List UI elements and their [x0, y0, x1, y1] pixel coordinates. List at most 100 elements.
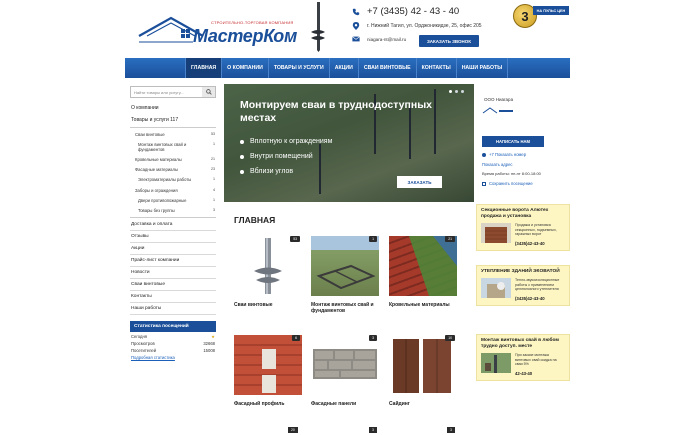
facade-profile-icon: [234, 335, 302, 395]
sidebar-menu-item[interactable]: Контакты: [130, 291, 216, 303]
screw-pile-icon: [254, 238, 282, 294]
slider-dot[interactable]: [449, 90, 452, 93]
category-count: 23: [211, 167, 215, 172]
sidebar-menu-item[interactable]: Новости: [130, 267, 216, 279]
logo-slogan: СТРОИТЕЛЬНО-ТОРГОВАЯ КОМПАНИЯ: [211, 20, 294, 25]
nav-item-promos[interactable]: АКЦИИ: [328, 58, 358, 78]
company-name: ООО Ниагара: [484, 97, 514, 102]
phone-icon: [482, 152, 486, 157]
main-nav: ГЛАВНАЯ О КОМПАНИИ ТОВАРЫ И УСЛУГИ АКЦИИ…: [125, 58, 570, 78]
nav-item-piles[interactable]: СВАИ ВИНТОВЫЕ: [357, 58, 416, 78]
ad-block[interactable]: Секционные ворота Алютех продажа и устан…: [476, 204, 570, 251]
product-image: 1: [311, 236, 379, 296]
slider-dot[interactable]: [461, 90, 464, 93]
product-name[interactable]: Фасадный профиль: [234, 401, 302, 407]
phone-icon: [352, 8, 360, 15]
ad-title[interactable]: Монтаж винтовых свай в любом трудно дост…: [477, 335, 569, 353]
order-button[interactable]: ЗАКАЗАТЬ: [397, 176, 442, 188]
site-logo[interactable]: СТРОИТЕЛЬНО-ТОРГОВАЯ КОМПАНИЯ МастерКом: [133, 8, 297, 48]
product-image: 3: [311, 335, 379, 395]
product-card[interactable]: 3 Фасадные панели: [311, 335, 379, 407]
search-box[interactable]: Найти товары или услугу...: [130, 86, 216, 98]
category-item[interactable]: Кровельные материалы 21: [130, 154, 216, 164]
product-name[interactable]: Сайдинг: [389, 401, 457, 407]
ad-title[interactable]: УТЕПЛЕНИЕ ЗДАНИЙ ЭКОВАТОЙ: [477, 266, 569, 278]
call-back-button[interactable]: ЗАКАЗАТЬ ЗВОНОК: [419, 35, 479, 47]
sidebar-menu: Доставка и оплата Отзывы Акции Прайс-лис…: [130, 219, 216, 315]
left-sidebar: Найти товары или услугу... О компании То…: [130, 86, 216, 362]
bullet-text: Внутри помещений: [250, 153, 313, 160]
product-name[interactable]: Сваи винтовые: [234, 302, 302, 308]
category-item[interactable]: Заборы и ограждения 4: [130, 185, 216, 195]
sidebar-menu-item[interactable]: Наши работы: [130, 303, 216, 315]
bullet-text: Вблизи углов: [250, 168, 294, 175]
nav-item-contacts[interactable]: КОНТАКТЫ: [415, 58, 456, 78]
right-sidebar: ООО Ниагара НАПИСАТЬ НАМ +7 Показать ном…: [482, 84, 570, 186]
pile-mounting-image: [481, 353, 511, 373]
product-count: 10: [445, 335, 455, 341]
ad-block[interactable]: Монтаж винтовых свай в любом трудно дост…: [476, 334, 570, 381]
location-pin-icon: [352, 22, 360, 30]
slider-bullet: Вплотную к ограждениям: [240, 138, 332, 145]
nav-item-works[interactable]: НАШИ РАБОТЫ: [455, 58, 509, 78]
ad-phone: (3435)42-43-40: [515, 240, 545, 246]
sidebar-goods[interactable]: Товары и услуги 117: [130, 114, 216, 126]
hero-slider[interactable]: Монтируем сваи в труднодоступных местах …: [224, 84, 474, 202]
email-link[interactable]: niagara-nt@mail.ru: [367, 37, 406, 42]
foundation-icon: [311, 236, 379, 290]
show-phone-link[interactable]: +7 Показать номер: [482, 152, 570, 157]
category-item[interactable]: Двери противопожарные 1: [130, 195, 216, 205]
category-label: Фасадные материалы: [135, 167, 178, 173]
product-count: 21: [445, 236, 455, 242]
slider-dots[interactable]: [446, 90, 464, 93]
nav-item-about[interactable]: О КОМПАНИИ: [221, 58, 268, 78]
product-count: 1: [369, 236, 377, 242]
product-card[interactable]: 21 Кровельные материалы: [389, 236, 457, 308]
badge-number: 3: [521, 8, 529, 24]
ad-text: При заказе монтажа винтовых свай скидка …: [515, 353, 557, 367]
sidebar-menu-item[interactable]: Отзывы: [130, 231, 216, 243]
show-address-link[interactable]: Показать адрес: [482, 162, 570, 167]
sidebar-menu-item[interactable]: Доставка и оплата: [130, 219, 216, 231]
category-item[interactable]: Товары без группы 3: [130, 205, 216, 215]
ad-title[interactable]: Секционные ворота Алютех продажа и устан…: [477, 205, 569, 223]
search-input[interactable]: Найти товары или услугу...: [134, 90, 184, 95]
search-button[interactable]: [202, 87, 215, 97]
category-label: Сваи винтовые: [135, 131, 165, 137]
ad-phone: 42-43-40: [515, 370, 533, 376]
ad-block[interactable]: УТЕПЛЕНИЕ ЗДАНИЙ ЭКОВАТОЙ Тепло-звукоизо…: [476, 265, 570, 306]
sidebar-menu-item[interactable]: Акции: [130, 243, 216, 255]
nav-item-goods[interactable]: ТОВАРЫ И УСЛУГИ: [267, 58, 329, 78]
category-label: Монтаж винтовых свай и фундаментов: [138, 141, 187, 152]
sidebar-menu-item[interactable]: Прайс-лист компании: [130, 255, 216, 267]
category-item[interactable]: Монтаж винтовых свай и фундаментов 1: [130, 139, 216, 154]
product-name[interactable]: Фасадные панели: [311, 401, 379, 407]
product-card[interactable]: 53 Сваи винтовые: [234, 236, 302, 308]
product-name[interactable]: Кровельные материалы: [389, 302, 457, 308]
product-name[interactable]: Монтаж винтовых свай и фундаментов: [311, 302, 379, 314]
star-icon: ★: [211, 333, 215, 339]
category-count: 53: [211, 131, 215, 136]
slider-dot[interactable]: [455, 90, 458, 93]
phone-number[interactable]: +7 (3435) 42 - 43 - 40: [367, 6, 459, 17]
product-card[interactable]: 1 Монтаж винтовых свай и фундаментов: [311, 236, 379, 314]
stats-row: Просмотров 32668: [130, 339, 216, 346]
stats-detail-link[interactable]: Подробная статистика: [130, 353, 216, 362]
product-card[interactable]: 6 Фасадный профиль: [234, 335, 302, 407]
category-item[interactable]: Электроматериалы работы 1: [130, 175, 216, 185]
save-contacts-link[interactable]: Сохранить посещение: [482, 181, 570, 186]
mail-icon: [352, 36, 360, 42]
category-item[interactable]: Фасадные материалы 23: [130, 165, 216, 175]
product-image: 10: [389, 335, 457, 395]
screw-pile-icon: [311, 2, 325, 52]
write-us-button[interactable]: НАПИСАТЬ НАМ: [482, 136, 544, 147]
product-count: 6: [292, 335, 300, 341]
sidebar-about[interactable]: О компании: [130, 102, 216, 114]
phone-row[interactable]: +7 (3435) 42 - 43 - 40: [352, 6, 502, 17]
stats-label: Просмотров: [131, 340, 155, 346]
product-card[interactable]: 10 Сайдинг: [389, 335, 457, 407]
sidebar-menu-item[interactable]: Сваи винтовые: [130, 279, 216, 291]
category-item[interactable]: Сваи винтовые 53: [130, 129, 216, 139]
roofing-icon: [409, 236, 457, 296]
nav-item-home[interactable]: ГЛАВНАЯ: [185, 58, 222, 78]
